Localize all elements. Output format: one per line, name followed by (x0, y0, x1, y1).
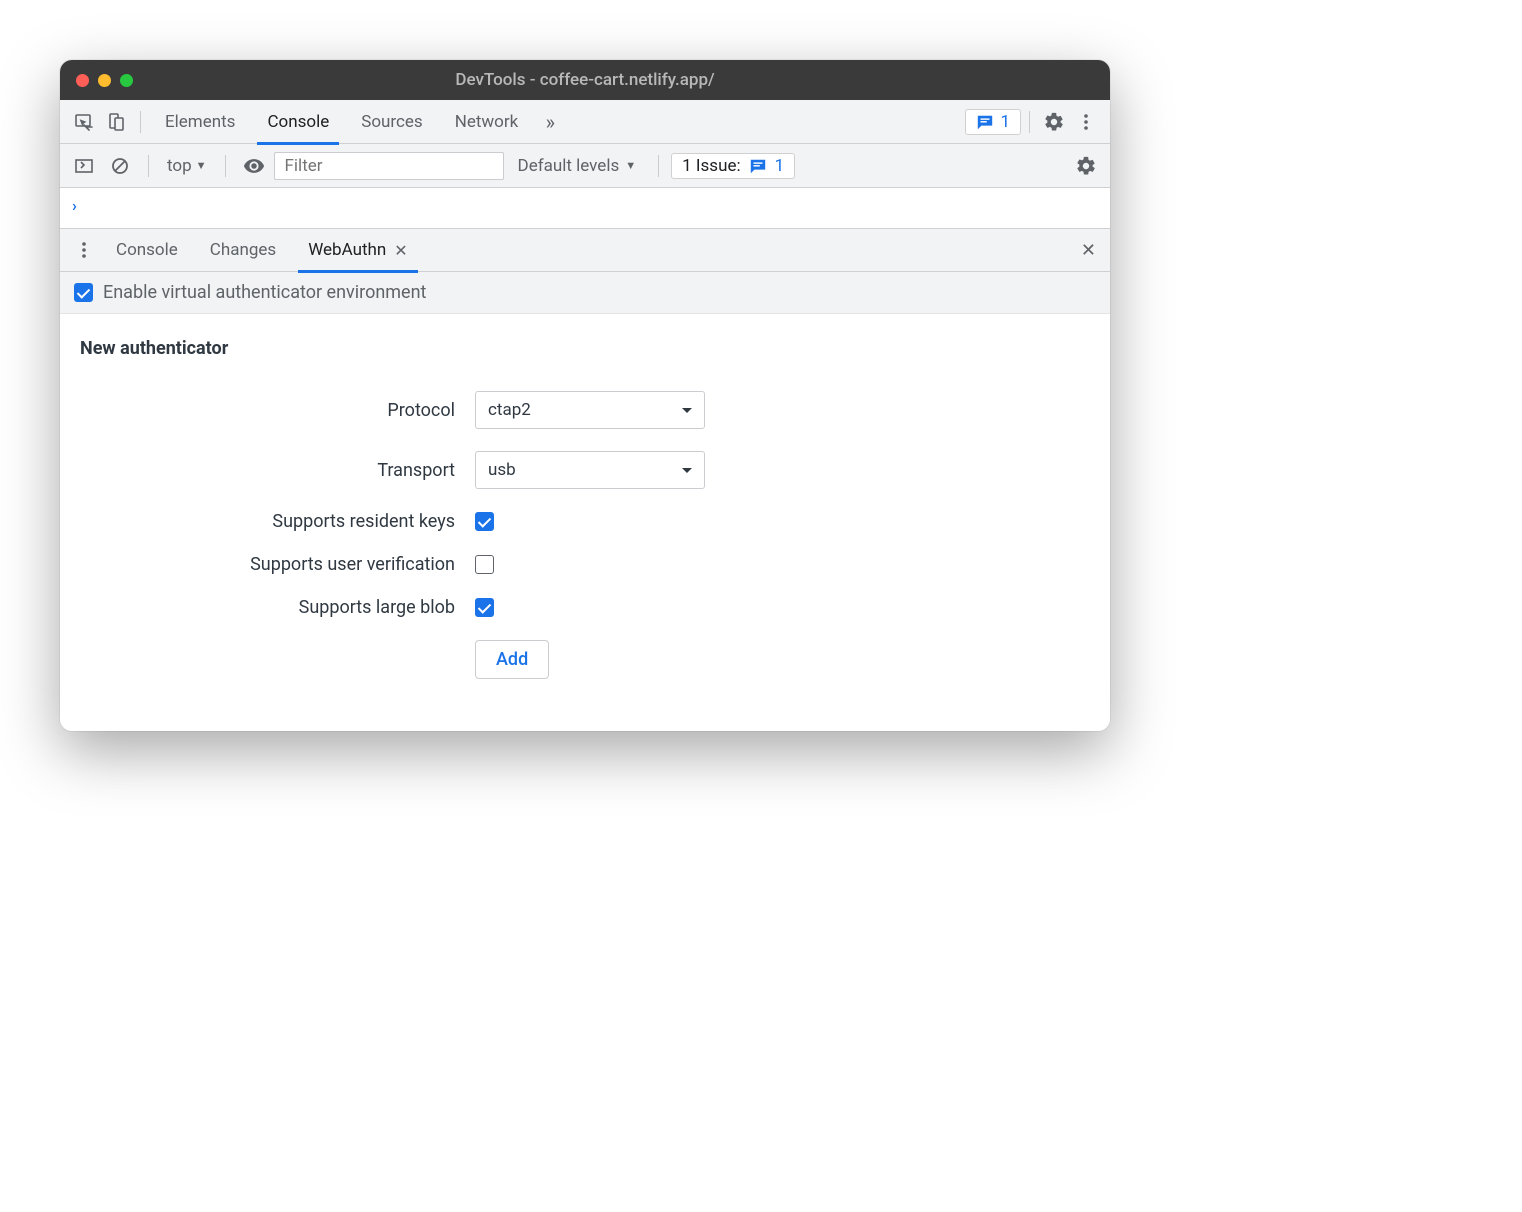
transport-row: Transport usb (80, 451, 1090, 489)
resident-keys-label: Supports resident keys (80, 511, 475, 532)
main-tab-strip: Elements Console Sources Network » 1 (60, 100, 1110, 144)
tab-console[interactable]: Console (251, 100, 345, 144)
transport-select[interactable]: usb (475, 451, 705, 489)
enable-virtual-authenticator-label: Enable virtual authenticator environment (103, 282, 426, 303)
drawer-tab-webauthn[interactable]: WebAuthn ✕ (292, 228, 423, 272)
prompt-chevron-icon: › (72, 196, 77, 215)
tab-label: Changes (210, 240, 276, 260)
log-levels-select[interactable]: Default levels ▼ (508, 156, 647, 176)
close-tab-icon[interactable]: ✕ (394, 241, 407, 260)
transport-value: usb (488, 460, 516, 480)
drawer-more-icon[interactable] (68, 234, 100, 266)
chevron-down-icon (682, 468, 692, 473)
user-verification-label: Supports user verification (80, 554, 475, 575)
close-window-button[interactable] (76, 74, 89, 87)
separator (148, 155, 149, 177)
issues-label: 1 Issue: (682, 156, 740, 176)
tab-elements[interactable]: Elements (149, 100, 251, 144)
protocol-value: ctap2 (488, 400, 531, 420)
live-expression-icon[interactable] (238, 150, 270, 182)
add-button-row: Add (80, 640, 1090, 679)
filter-input[interactable] (274, 152, 504, 180)
console-toolbar: top ▼ Default levels ▼ 1 Issue: 1 (60, 144, 1110, 188)
separator (140, 111, 141, 133)
console-output[interactable]: › (60, 188, 1110, 228)
device-toolbar-icon[interactable] (100, 106, 132, 138)
window-title: DevTools - coffee-cart.netlify.app/ (60, 70, 1110, 90)
drawer-tab-changes[interactable]: Changes (194, 228, 292, 272)
protocol-row: Protocol ctap2 (80, 391, 1090, 429)
console-sidebar-toggle-icon[interactable] (68, 150, 100, 182)
issues-button[interactable]: 1 Issue: 1 (671, 153, 795, 179)
add-authenticator-button[interactable]: Add (475, 640, 549, 679)
new-authenticator-title: New authenticator (80, 338, 1090, 359)
tab-label: Sources (361, 112, 422, 132)
drawer-tab-strip: Console Changes WebAuthn ✕ ✕ (60, 228, 1110, 272)
context-label: top (167, 156, 192, 176)
user-verification-checkbox[interactable] (475, 555, 494, 574)
protocol-select[interactable]: ctap2 (475, 391, 705, 429)
tab-network[interactable]: Network (439, 100, 535, 144)
tab-sources[interactable]: Sources (345, 100, 438, 144)
tab-label: WebAuthn (308, 240, 386, 260)
tab-label: Elements (165, 112, 235, 132)
drawer-tab-console[interactable]: Console (100, 228, 194, 272)
user-verification-row: Supports user verification (80, 554, 1090, 575)
minimize-window-button[interactable] (98, 74, 111, 87)
large-blob-label: Supports large blob (80, 597, 475, 618)
more-tabs-icon[interactable]: » (534, 106, 566, 138)
large-blob-checkbox[interactable] (475, 598, 494, 617)
devtools-window: DevTools - coffee-cart.netlify.app/ Elem… (60, 60, 1110, 731)
issues-count: 1 (775, 156, 785, 176)
chevron-down-icon (682, 408, 692, 413)
chevron-down-icon: ▼ (625, 159, 636, 172)
maximize-window-button[interactable] (120, 74, 133, 87)
close-drawer-icon[interactable]: ✕ (1075, 234, 1102, 267)
protocol-label: Protocol (80, 400, 475, 421)
resident-keys-checkbox[interactable] (475, 512, 494, 531)
separator (1029, 111, 1030, 133)
enable-virtual-authenticator-checkbox[interactable] (74, 283, 93, 302)
traffic-lights (76, 74, 133, 87)
clear-console-icon[interactable] (104, 150, 136, 182)
messages-count: 1 (1000, 112, 1010, 132)
resident-keys-row: Supports resident keys (80, 511, 1090, 532)
messages-badge[interactable]: 1 (965, 109, 1021, 135)
webauthn-panel: New authenticator Protocol ctap2 Transpo… (60, 314, 1110, 731)
tab-label: Console (267, 112, 329, 132)
console-settings-icon[interactable] (1070, 150, 1102, 182)
more-menu-icon[interactable] (1070, 106, 1102, 138)
tab-label: Network (455, 112, 519, 132)
separator (225, 155, 226, 177)
separator (658, 155, 659, 177)
levels-label: Default levels (518, 156, 620, 176)
large-blob-row: Supports large blob (80, 597, 1090, 618)
settings-icon[interactable] (1038, 106, 1070, 138)
execution-context-select[interactable]: top ▼ (161, 156, 213, 176)
transport-label: Transport (80, 460, 475, 481)
titlebar: DevTools - coffee-cart.netlify.app/ (60, 60, 1110, 100)
tab-label: Console (116, 240, 178, 260)
chevron-down-icon: ▼ (196, 159, 207, 172)
enable-virtual-authenticator-row: Enable virtual authenticator environment (60, 272, 1110, 314)
inspect-element-icon[interactable] (68, 106, 100, 138)
